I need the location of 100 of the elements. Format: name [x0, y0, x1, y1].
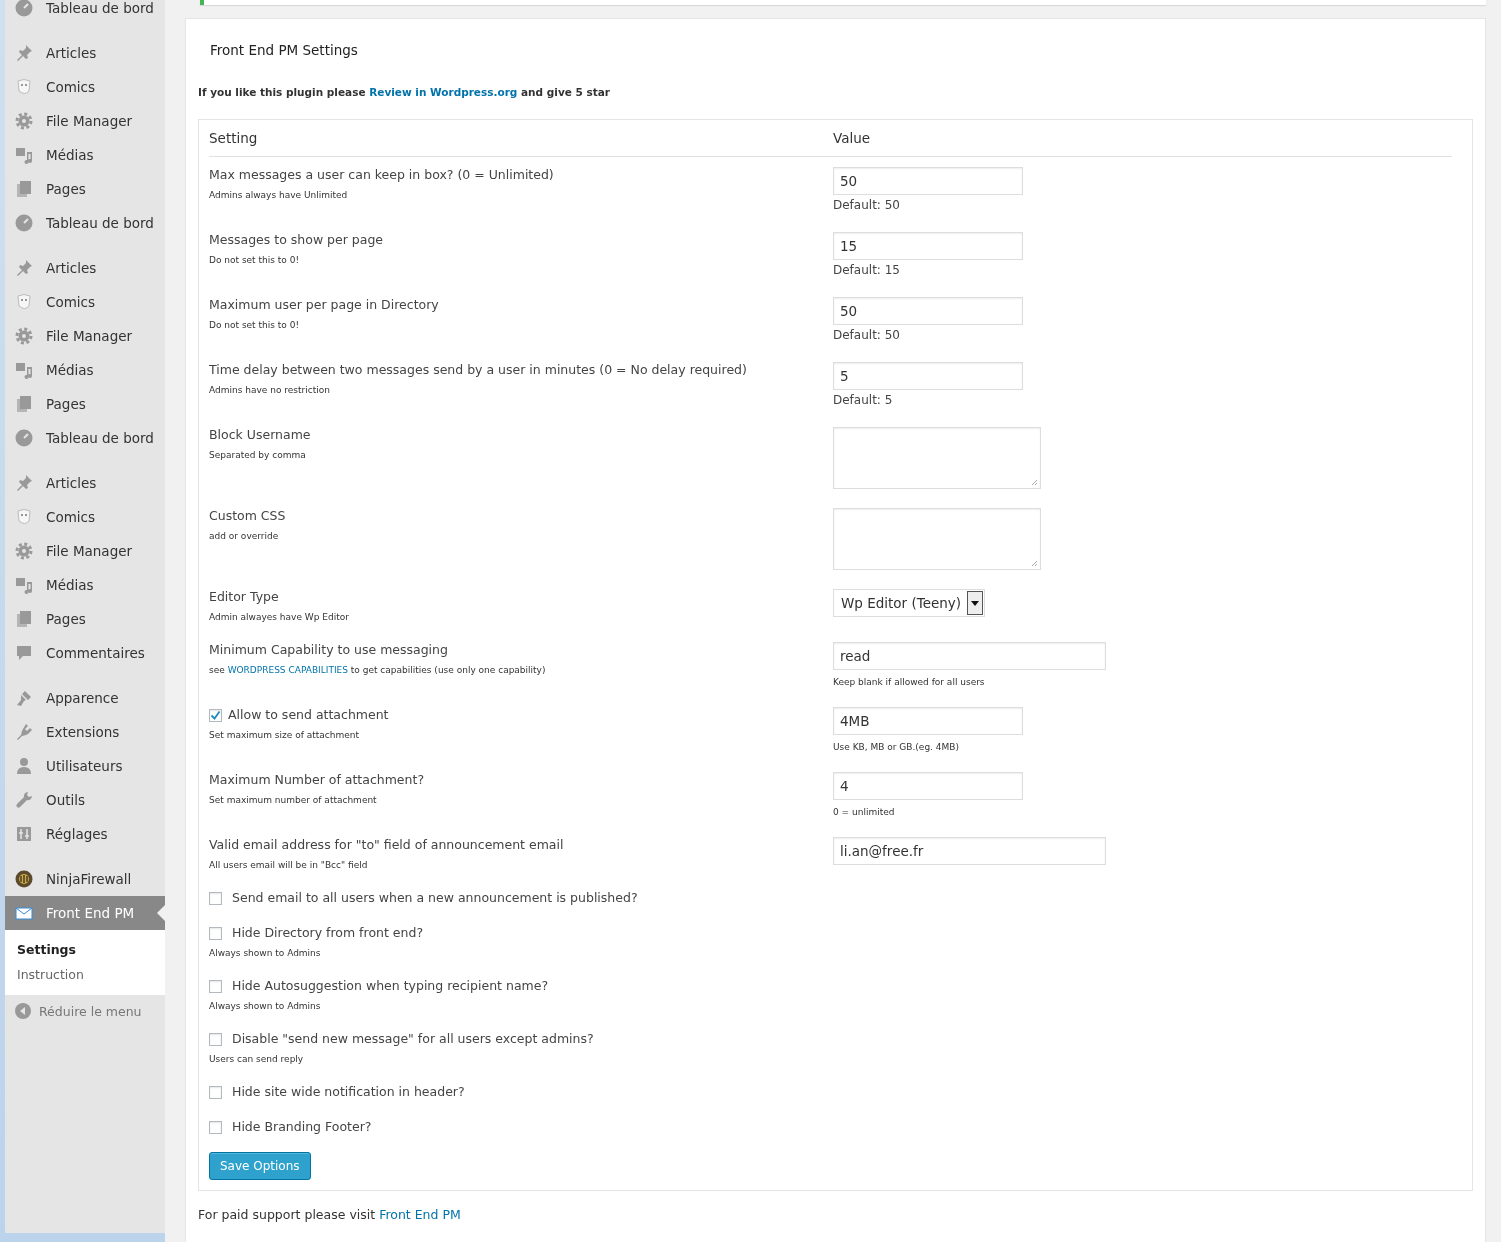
- menu-item[interactable]: Articles: [5, 251, 165, 285]
- mask-icon: [14, 292, 34, 312]
- checkbox[interactable]: [209, 1085, 222, 1099]
- checkbox[interactable]: [209, 708, 222, 722]
- setting-label: Valid email address for "to" field of announcement email: [209, 837, 564, 853]
- menu-item[interactable]: Médias: [5, 138, 165, 172]
- field-hint: Use KB, MB or GB.(eg. 4MB): [833, 741, 960, 753]
- setting-label: Allow to send attachment: [228, 707, 389, 723]
- setting-label: Time delay between two messages send by a user in minutes (0 = No delay required): [209, 362, 747, 378]
- menu-item[interactable]: Extensions: [5, 715, 165, 749]
- review-link[interactable]: Review in Wordpress.org: [369, 86, 518, 98]
- emblem-icon: [14, 869, 34, 889]
- text-field[interactable]: 15: [833, 232, 1023, 260]
- sliders-icon: [14, 824, 34, 844]
- gear-icon: [14, 541, 34, 561]
- menu-item[interactable]: Médias: [5, 353, 165, 387]
- setting-label: Disable "send new message" for all users except admins?: [232, 1031, 594, 1047]
- camera-note-icon: [14, 145, 34, 165]
- text-field[interactable]: read: [833, 642, 1106, 670]
- menu-item[interactable]: File Manager: [5, 534, 165, 568]
- setting-description: Always shown to Admins: [209, 1000, 322, 1012]
- checkbox[interactable]: [209, 979, 222, 993]
- gauge-icon: [14, 213, 34, 233]
- setting-description: Do not set this to 0!: [209, 319, 301, 331]
- menu-item[interactable]: Articles: [5, 36, 165, 70]
- text-field[interactable]: 4MB: [833, 707, 1023, 735]
- menu-item[interactable]: Tableau de bord: [5, 206, 165, 240]
- setting-label: Send email to all users when a new announcement is published?: [232, 890, 638, 906]
- checkbox[interactable]: [209, 926, 222, 940]
- mask-icon: [14, 77, 34, 97]
- menu-item[interactable]: Comics: [5, 500, 165, 534]
- menu-item[interactable]: Médias: [5, 568, 165, 602]
- setting-label: Editor Type: [209, 589, 279, 605]
- menu-item[interactable]: Articles: [5, 466, 165, 500]
- menu-item[interactable]: Front End PM: [5, 896, 165, 930]
- setting-label: Custom CSS: [209, 508, 286, 524]
- setting-label: Max messages a user can keep in box? (0 = Unlimited): [209, 167, 554, 183]
- default-value-note: Default: 50: [833, 327, 901, 343]
- menu-item[interactable]: Comics: [5, 285, 165, 319]
- text-area[interactable]: [833, 508, 1041, 570]
- setting-label: Minimum Capability to use messaging: [209, 642, 448, 658]
- setting-label: Hide Branding Footer?: [232, 1119, 372, 1135]
- setting-description: Separated by comma: [209, 449, 307, 461]
- column-header: Value: [833, 130, 872, 146]
- wrench-icon: [14, 790, 34, 810]
- setting-description: see WORDPRESS CAPABILITIES to get capabilities (use only one capability): [209, 664, 547, 676]
- setting-description: Set maximum size of attachment: [209, 729, 360, 741]
- resize-grip-icon[interactable]: [1031, 560, 1038, 567]
- capabilities-link[interactable]: WORDPRESS CAPABILITIES: [227, 665, 348, 675]
- camera-note-icon: [14, 360, 34, 380]
- menu-item[interactable]: Réglages: [5, 817, 165, 851]
- pages-icon: [14, 179, 34, 199]
- menu-item[interactable]: Comics: [5, 70, 165, 104]
- resize-grip-icon[interactable]: [1031, 479, 1038, 486]
- setting-description: Admins always have Unlimited: [209, 189, 349, 201]
- pages-icon: [14, 394, 34, 414]
- dropdown[interactable]: Wp Editor (Teeny): [833, 589, 986, 617]
- menu-item[interactable]: Pages: [5, 387, 165, 421]
- gauge-icon: [14, 428, 34, 448]
- menu-item[interactable]: Outils: [5, 783, 165, 817]
- text-field[interactable]: 4: [833, 772, 1023, 800]
- page-title: Front End PM Settings: [210, 41, 359, 60]
- menu-item[interactable]: NinjaFirewall: [5, 862, 165, 896]
- setting-description: Set maximum number of attachment: [209, 794, 378, 806]
- default-value-note: Default: 5: [833, 392, 894, 408]
- menu-item[interactable]: Pages: [5, 172, 165, 206]
- person-icon: [14, 756, 34, 776]
- menu-item[interactable]: Tableau de bord: [5, 421, 165, 455]
- text-field[interactable]: 50: [833, 297, 1023, 325]
- default-value-note: Default: 15: [833, 262, 901, 278]
- setting-label: Hide Directory from front end?: [232, 925, 423, 941]
- front-end-pm-link[interactable]: Front End PM: [379, 1207, 461, 1222]
- collapse-menu-link[interactable]: Réduire le menu: [39, 1003, 142, 1019]
- text-field[interactable]: 5: [833, 362, 1023, 390]
- submenu-item[interactable]: Settings: [5, 937, 165, 962]
- menu-item[interactable]: File Manager: [5, 104, 165, 138]
- text-area[interactable]: [833, 427, 1041, 489]
- setting-label: Maximum user per page in Directory: [209, 297, 439, 313]
- menu-item[interactable]: Tableau de bord: [5, 0, 165, 25]
- setting-description: Admin alwayes have Wp Editor: [209, 611, 350, 623]
- checkbox[interactable]: [209, 1032, 222, 1046]
- column-header: Setting: [209, 130, 259, 146]
- setting-label: Maximum Number of attachment?: [209, 772, 424, 788]
- menu-item[interactable]: File Manager: [5, 319, 165, 353]
- text-field[interactable]: li.an@free.fr: [833, 837, 1106, 865]
- menu-item[interactable]: Commentaires: [5, 636, 165, 670]
- setting-description: Users can send reply: [209, 1053, 305, 1065]
- pages-icon: [14, 609, 34, 629]
- setting-label: Block Username: [209, 427, 311, 443]
- checkbox[interactable]: [209, 1120, 222, 1134]
- checkbox[interactable]: [209, 891, 222, 905]
- setting-description: Always shown to Admins: [209, 947, 322, 959]
- menu-item[interactable]: Pages: [5, 602, 165, 636]
- menu-item[interactable]: Apparence: [5, 681, 165, 715]
- gear-icon: [14, 326, 34, 346]
- menu-item[interactable]: Utilisateurs: [5, 749, 165, 783]
- mask-icon: [14, 507, 34, 527]
- submenu-item[interactable]: Instruction: [5, 962, 165, 987]
- text-field[interactable]: 50: [833, 167, 1023, 195]
- review-request-text: If you like this plugin please Review in Wordpress.org and give 5 star: [198, 85, 611, 99]
